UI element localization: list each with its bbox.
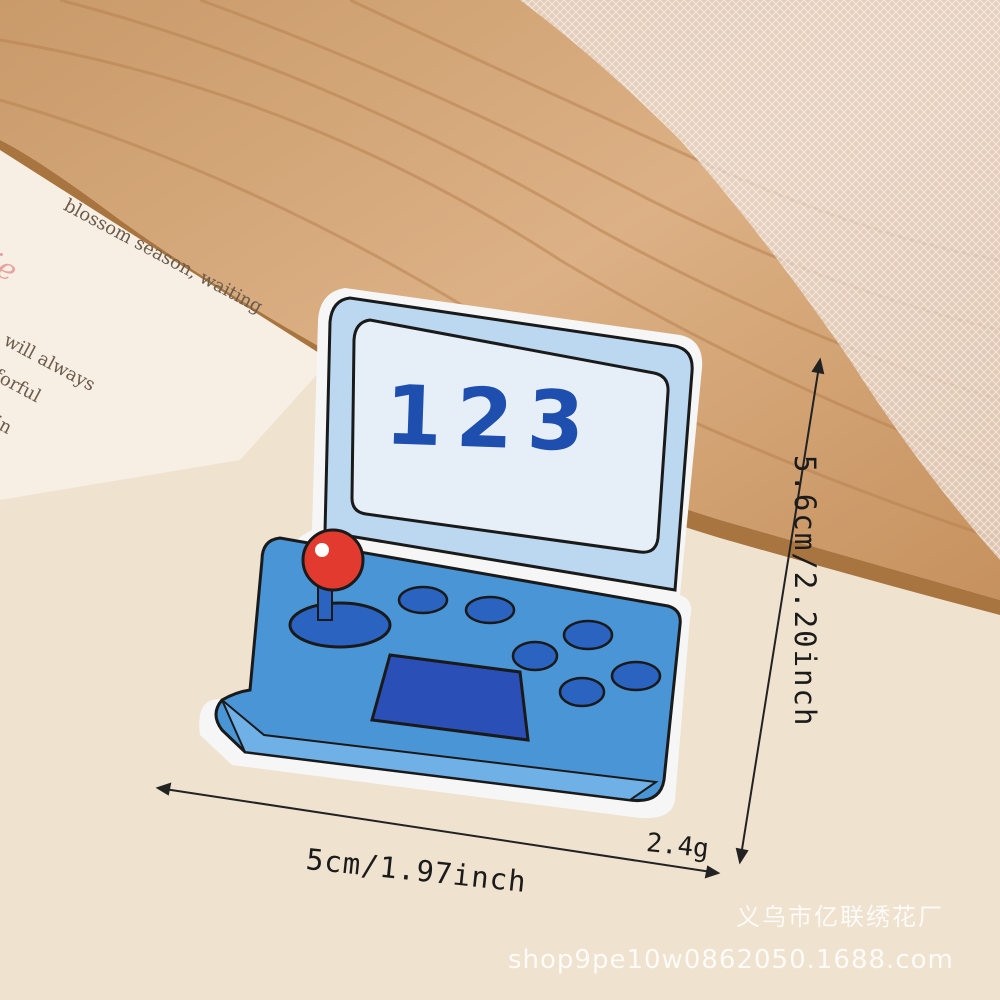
weight-label: 2.4g [644, 828, 711, 865]
shop-name-watermark: 义乌市亿联绣花厂 [736, 903, 944, 931]
height-dimension-label: 5.6cm/2.20inch [788, 455, 822, 728]
joystick-ball [301, 528, 365, 592]
shop-url-watermark: shop9pe10w0862050.1688.com [508, 945, 954, 975]
product-photo [0, 0, 1000, 1000]
screen-number: 123 [383, 368, 600, 471]
